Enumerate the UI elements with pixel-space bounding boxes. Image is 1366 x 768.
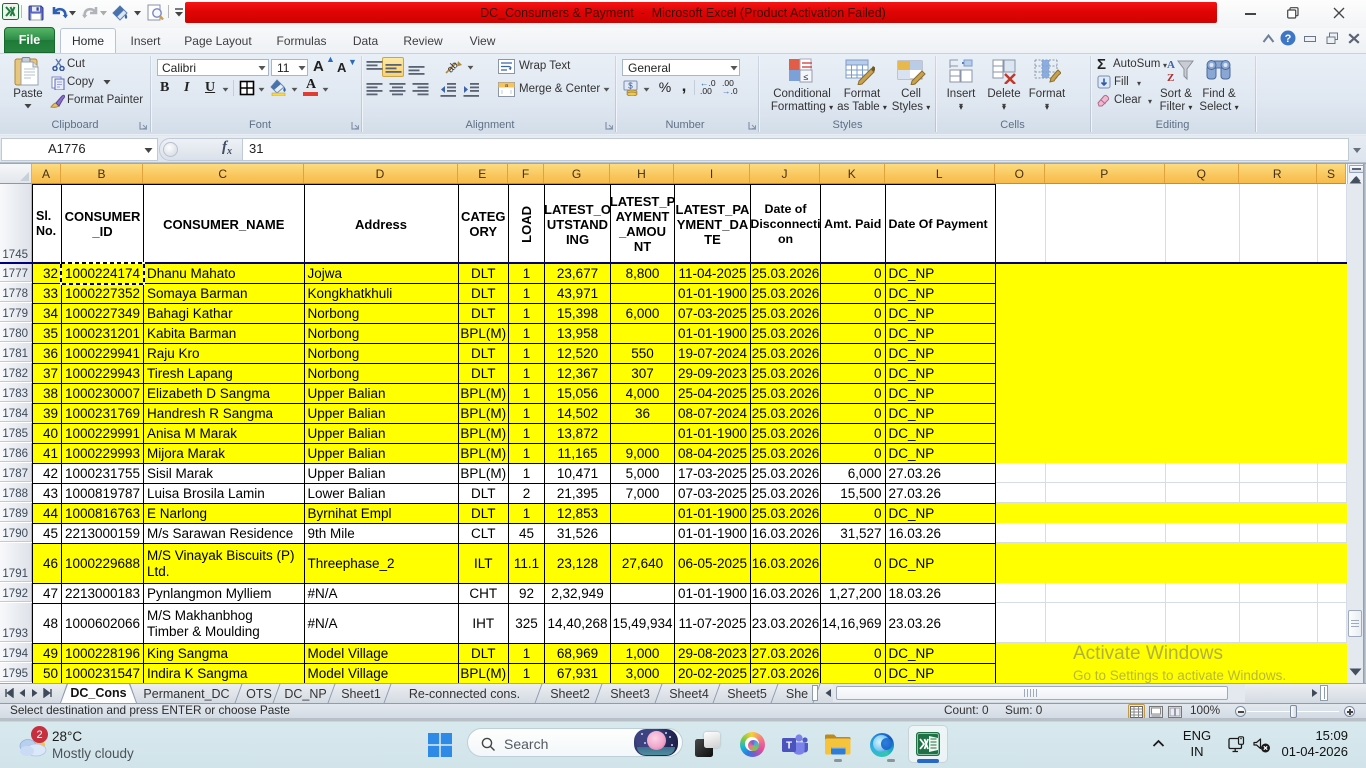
svg-text:?: ? — [1285, 33, 1292, 45]
svg-text:A: A — [1167, 59, 1175, 71]
svg-text:≤: ≤ — [804, 72, 809, 82]
svg-text:T: T — [786, 741, 792, 752]
svg-text:$: $ — [628, 82, 633, 91]
svg-text:Z: Z — [1167, 72, 1174, 84]
